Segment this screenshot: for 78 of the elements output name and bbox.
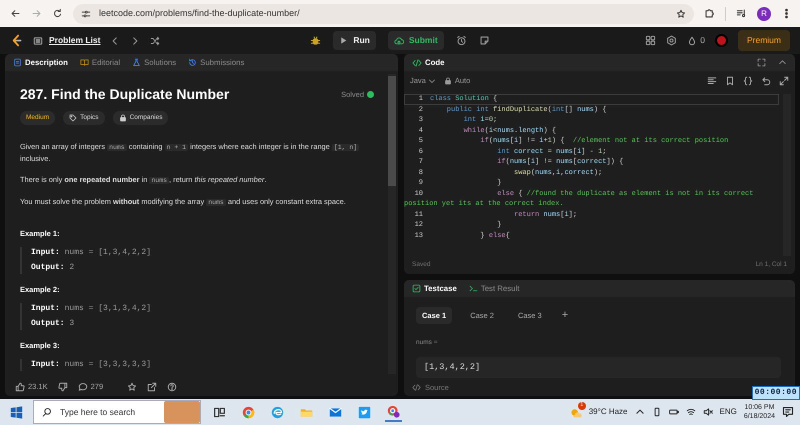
help-icon[interactable] xyxy=(167,382,178,392)
problem-title: 287. Find the Duplicate Number xyxy=(20,86,230,103)
book-icon xyxy=(80,58,89,67)
lock-icon xyxy=(444,77,452,85)
start-icon[interactable] xyxy=(10,406,23,418)
bookmark-icon[interactable] xyxy=(725,76,735,86)
logo-icon[interactable] xyxy=(10,34,23,47)
browser-profile-icon[interactable] xyxy=(387,404,400,418)
testcase-input[interactable]: [1,3,4,2,2] xyxy=(416,357,781,378)
history-icon xyxy=(188,58,198,67)
search-bar[interactable]: Type here to search xyxy=(33,400,201,424)
code-icon[interactable] xyxy=(412,383,421,392)
speaker-muted-icon[interactable] xyxy=(702,407,712,417)
alarm-clock-icon[interactable] xyxy=(456,35,467,46)
output-example-text: Output: 2 xyxy=(31,262,76,274)
task-view-icon[interactable] xyxy=(213,406,226,418)
extensions-icon[interactable] xyxy=(704,8,715,19)
debugger-icon[interactable] xyxy=(310,35,322,46)
profile-avatar[interactable]: R xyxy=(757,6,771,20)
undo-icon[interactable] xyxy=(761,76,771,86)
submit-button[interactable]: Submit xyxy=(388,31,444,50)
shuffle-icon[interactable] xyxy=(150,36,160,46)
media-icon[interactable] xyxy=(736,8,747,19)
bookmark-star-icon[interactable] xyxy=(676,8,686,18)
lock-icon xyxy=(118,114,127,122)
thumbs-down-icon[interactable] xyxy=(58,382,68,392)
premium-button[interactable]: Premium xyxy=(738,30,790,51)
browser-icon[interactable] xyxy=(271,406,284,418)
terminal-icon xyxy=(468,284,478,293)
fullscreen-icon[interactable] xyxy=(757,58,766,67)
chevron-down-icon xyxy=(428,77,436,85)
reload-icon[interactable] xyxy=(52,8,63,19)
code-icon xyxy=(412,58,422,68)
phone-icon[interactable] xyxy=(652,407,662,417)
battery-icon[interactable] xyxy=(668,407,678,417)
flask-icon xyxy=(132,58,142,67)
language-indicator[interactable]: ENG xyxy=(720,406,737,418)
share-icon[interactable] xyxy=(147,382,158,392)
avatar-icon[interactable] xyxy=(714,34,728,47)
search-input[interactable]: Type here to search xyxy=(58,404,158,420)
cloud-upload-icon xyxy=(394,36,404,46)
wifi-icon[interactable] xyxy=(686,407,696,417)
expand-icon[interactable] xyxy=(779,76,789,86)
star-icon[interactable] xyxy=(127,382,138,392)
timer-overlay: 00:00:00 xyxy=(752,386,800,400)
bird-icon[interactable] xyxy=(358,406,371,418)
input-example-text: Input: nums = [3,1,3,4,2] xyxy=(31,303,152,316)
site-settings-icon[interactable] xyxy=(81,8,91,18)
play-icon xyxy=(339,36,348,45)
braces-icon[interactable] xyxy=(743,76,753,86)
back-icon[interactable] xyxy=(10,8,21,19)
browser-icon[interactable] xyxy=(242,406,255,418)
input-example-text: Input: nums = [3,3,3,3,3] xyxy=(31,359,152,372)
add-case-button[interactable]: + xyxy=(560,310,570,322)
collapse-icon[interactable] xyxy=(778,58,787,67)
format-icon[interactable] xyxy=(707,76,717,86)
search-icon xyxy=(42,407,52,417)
checkbox-icon xyxy=(412,284,421,293)
document-icon xyxy=(13,58,22,67)
weather-text[interactable]: 39°C Haze xyxy=(588,406,628,418)
notification-icon[interactable] xyxy=(782,406,794,418)
address-bar[interactable]: leetcode.com/problems/find-the-duplicate-number/ xyxy=(73,4,694,24)
illustration-placeholder xyxy=(164,401,200,423)
note-icon[interactable] xyxy=(478,35,490,46)
mail-icon[interactable] xyxy=(329,406,342,418)
thumbs-up-icon xyxy=(15,382,25,392)
comment-icon xyxy=(78,382,88,392)
layout-icon[interactable] xyxy=(645,35,656,46)
input-example-text: Input: nums = [1,3,4,2,2] xyxy=(31,246,152,259)
list-icon xyxy=(33,36,43,46)
tag-icon xyxy=(69,114,78,122)
run-button[interactable]: Run xyxy=(333,31,376,50)
settings-icon[interactable] xyxy=(666,35,678,46)
streak-counter[interactable]: 0 xyxy=(687,34,705,47)
problem-list-link[interactable]: Problem List xyxy=(33,34,100,47)
drop-icon xyxy=(687,36,698,46)
scrollbar-thumb[interactable] xyxy=(388,76,396,186)
output-example-text: Output: 3 xyxy=(31,318,76,330)
